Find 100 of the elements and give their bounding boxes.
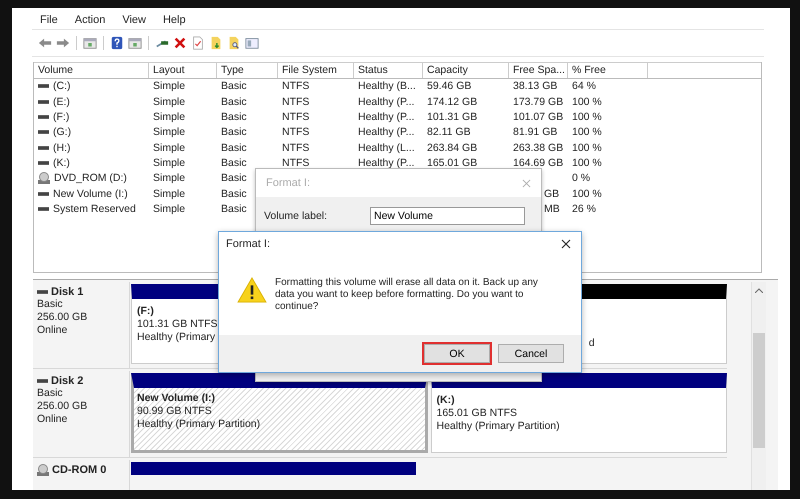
column-header[interactable]: File System bbox=[278, 62, 354, 78]
column-header[interactable]: Status bbox=[354, 62, 423, 78]
table-cell: 101.31 GB bbox=[427, 111, 478, 124]
help-icon[interactable] bbox=[110, 36, 124, 50]
dialog-button[interactable]: OK bbox=[424, 344, 490, 363]
delete-icon[interactable] bbox=[173, 36, 187, 50]
table-cell: (G:) bbox=[53, 126, 72, 138]
table-cell: Healthy (P... bbox=[358, 111, 414, 124]
table-cell: 263.38 GB bbox=[513, 142, 564, 154]
table-cell: Healthy (P... bbox=[358, 156, 414, 169]
table-cell: 263.84 GB bbox=[427, 142, 478, 154]
input-field[interactable]: New Volume bbox=[370, 207, 525, 225]
column-header[interactable]: Capacity bbox=[423, 62, 509, 78]
table-cell: Healthy (L... bbox=[358, 142, 415, 154]
partition[interactable]: (K:) 165.01 GB NTFS Healthy (Primary Partition) bbox=[430, 373, 727, 453]
search-icon[interactable] bbox=[227, 36, 241, 50]
table-cell: 174.12 GB bbox=[427, 96, 478, 108]
table-cell: 165.01 GB bbox=[427, 156, 478, 169]
table-cell: Healthy (P... bbox=[358, 126, 414, 138]
table-cell: System Reserved bbox=[53, 202, 136, 215]
table-cell: Healthy (P... bbox=[358, 96, 414, 108]
menu-item[interactable]: File bbox=[40, 14, 58, 30]
volume-icon bbox=[38, 98, 49, 105]
window-icon[interactable] bbox=[83, 36, 97, 50]
table-cell: (K:) bbox=[53, 156, 70, 169]
table-cell: NTFS bbox=[282, 142, 310, 154]
volume-icon bbox=[38, 190, 49, 196]
table-cell: GB bbox=[544, 188, 560, 200]
table-cell: 100 % bbox=[572, 126, 602, 138]
table-cell: 82.11 GB bbox=[427, 126, 471, 138]
table-cell: Simple bbox=[153, 172, 186, 184]
disc-drive-icon bbox=[38, 172, 50, 184]
close-icon[interactable] bbox=[561, 239, 571, 249]
table-cell: 101.07 GB bbox=[513, 111, 564, 124]
table-cell: Basic bbox=[221, 202, 247, 215]
disk-name: Disk 2 bbox=[51, 375, 84, 387]
dialog-title: Format I: bbox=[226, 238, 270, 250]
table-cell: (C:) bbox=[53, 80, 70, 92]
disc-drive-icon bbox=[37, 464, 49, 476]
table-cell: New Volume (I:) bbox=[53, 188, 128, 200]
menu-item[interactable]: Action bbox=[74, 14, 106, 30]
menu-item[interactable]: Help bbox=[162, 14, 186, 30]
table-cell: 100 % bbox=[572, 156, 602, 169]
table-cell: 100 % bbox=[572, 142, 602, 154]
scroll-up-icon[interactable] bbox=[755, 288, 763, 293]
table-cell: Simple bbox=[153, 156, 186, 169]
dialog-title: Format I: bbox=[266, 177, 310, 189]
table-cell: (H:) bbox=[53, 142, 70, 154]
volume-icon bbox=[38, 160, 49, 166]
table-cell: Basic bbox=[221, 156, 247, 169]
disk-type: Basic bbox=[37, 387, 64, 400]
table-cell: 64 % bbox=[572, 80, 596, 92]
table-cell: NTFS bbox=[282, 96, 310, 108]
table-cell: Simple bbox=[153, 202, 186, 215]
field-label: Volume label: bbox=[264, 210, 328, 222]
table-cell: DVD_ROM (D:) bbox=[54, 172, 127, 184]
disk-status: Online bbox=[37, 324, 68, 337]
disk-type: Basic bbox=[37, 298, 64, 311]
window-icon[interactable] bbox=[128, 36, 142, 50]
table-cell: NTFS bbox=[282, 80, 310, 92]
table-cell: (F:) bbox=[53, 111, 70, 124]
volume-icon bbox=[38, 83, 49, 90]
volume-icon bbox=[38, 206, 49, 212]
table-cell: 38.13 GB bbox=[513, 80, 558, 92]
menu-item[interactable]: View bbox=[122, 14, 146, 30]
table-cell: NTFS bbox=[282, 156, 310, 169]
disk-name: CD-ROM 0 bbox=[52, 464, 106, 476]
column-header[interactable]: Free Spa... bbox=[509, 62, 568, 78]
column-header[interactable]: Volume bbox=[34, 62, 149, 78]
volume-icon bbox=[38, 114, 49, 120]
table-cell: Simple bbox=[153, 111, 186, 124]
table-cell: NTFS bbox=[282, 126, 310, 138]
column-header[interactable]: % Free bbox=[568, 62, 648, 78]
table-cell: Simple bbox=[153, 188, 186, 200]
table-cell: Basic bbox=[221, 126, 247, 138]
column-header[interactable]: Type bbox=[217, 62, 278, 78]
table-cell: Simple bbox=[153, 80, 186, 92]
table-cell: MB bbox=[544, 202, 560, 215]
dialog-button[interactable]: Cancel bbox=[498, 344, 564, 363]
table-cell: Basic bbox=[221, 188, 247, 200]
volume-icon bbox=[38, 129, 49, 136]
warning-icon bbox=[237, 277, 267, 303]
properties-icon[interactable] bbox=[245, 36, 259, 50]
disk-name: Disk 1 bbox=[51, 286, 84, 298]
table-cell: Simple bbox=[153, 142, 186, 154]
table-cell: 81.91 GB bbox=[513, 126, 558, 138]
table-cell: Basic bbox=[221, 80, 247, 92]
table-cell: Basic bbox=[221, 96, 247, 108]
disk-size: 256.00 GB bbox=[37, 400, 88, 413]
table-cell: NTFS bbox=[282, 111, 310, 124]
table-cell: 100 % bbox=[572, 111, 602, 124]
table-cell: 100 % bbox=[572, 188, 602, 200]
table-cell: 164.69 GB bbox=[513, 156, 564, 169]
column-header[interactable]: Layout bbox=[149, 62, 217, 78]
table-cell: Simple bbox=[153, 126, 186, 138]
partition[interactable]: New Volume (I:) 90.99 GB NTFS Healthy (Primary Partition) bbox=[131, 373, 428, 453]
folder-icon[interactable] bbox=[209, 36, 223, 50]
table-cell: Basic bbox=[221, 111, 247, 124]
scrollbar[interactable] bbox=[751, 282, 766, 490]
checklist-icon[interactable] bbox=[191, 36, 205, 50]
